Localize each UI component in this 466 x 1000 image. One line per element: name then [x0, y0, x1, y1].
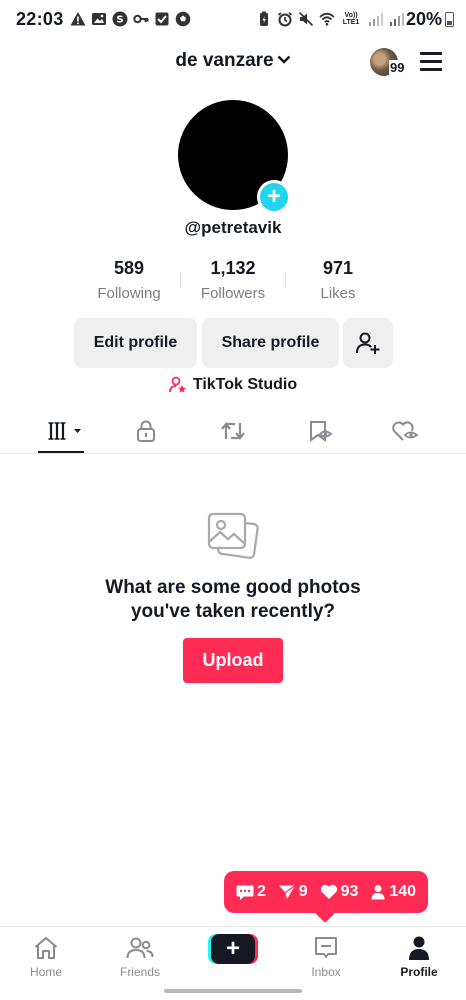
following-count: 589	[113, 258, 145, 278]
soccer-ball-icon	[175, 11, 191, 27]
tab-favorites[interactable]	[306, 418, 334, 444]
heart-icon	[320, 884, 337, 899]
empty-state-line-2: you've taken recently?	[130, 601, 336, 622]
comments-activity: 2	[236, 883, 266, 901]
followers-label: Followers	[200, 285, 266, 302]
nav-profile[interactable]: Profile	[381, 935, 457, 979]
nav-friends-label: Friends	[119, 965, 160, 979]
nav-profile-label: Profile	[400, 965, 438, 979]
svg-text:S: S	[116, 15, 123, 26]
nav-inbox[interactable]: Inbox	[288, 935, 364, 979]
nav-home[interactable]: Home	[8, 935, 84, 979]
likes-activity-count: 93	[340, 883, 359, 900]
checkbox-icon	[155, 12, 169, 26]
profile-icon	[409, 936, 429, 960]
add-photo-plus-icon[interactable]: +	[257, 180, 291, 214]
bookmark-hidden-icon	[310, 421, 333, 442]
status-left-icons: S	[70, 11, 191, 27]
add-user-icon	[356, 332, 380, 354]
alarm-icon	[277, 12, 293, 27]
followers-activity-count: 140	[389, 883, 417, 900]
volte-label: Vo)) LTE1	[342, 12, 360, 26]
signal-icon	[369, 13, 383, 26]
plus-icon: +	[211, 934, 255, 964]
status-bar: 22:03 S Vo)) LTE1 20%	[0, 0, 466, 40]
person-icon	[371, 885, 385, 900]
stat-likes[interactable]: 971 Likes	[283, 258, 393, 302]
home-icon	[34, 937, 58, 959]
heart-hidden-icon	[392, 421, 419, 441]
tab-videos[interactable]	[46, 418, 86, 444]
signal-icon	[390, 13, 404, 26]
following-label: Following	[97, 285, 161, 302]
home-indicator[interactable]	[164, 989, 302, 993]
notification-count-badge: 99	[389, 60, 406, 75]
repost-icon	[221, 422, 245, 440]
username: @petretavik	[184, 218, 282, 237]
tiktok-studio-link[interactable]: TikTok Studio	[0, 376, 466, 394]
friends-icon	[126, 937, 154, 959]
empty-state-line-1: What are some good photos	[105, 577, 361, 598]
likes-label: Likes	[320, 285, 356, 302]
chevron-down-icon	[277, 55, 290, 64]
image-icon	[92, 13, 106, 25]
lock-icon	[137, 420, 155, 442]
shares-activity: 9	[278, 883, 308, 901]
nav-home-label: Home	[29, 965, 62, 979]
mute-icon	[298, 11, 314, 27]
grid-filter-icon	[48, 422, 81, 440]
battery-icon	[445, 12, 454, 27]
activity-bubble[interactable]: 2 9 93 140	[224, 871, 428, 913]
tab-liked[interactable]	[391, 418, 419, 444]
edit-profile-button[interactable]: Edit profile	[74, 318, 197, 368]
wifi-icon	[319, 12, 335, 26]
key-icon	[133, 14, 149, 24]
inbox-icon	[315, 937, 337, 958]
tab-private[interactable]	[132, 418, 160, 444]
tab-reposts[interactable]	[219, 418, 247, 444]
upload-button[interactable]: Upload	[183, 638, 283, 683]
send-icon	[278, 885, 296, 899]
stat-followers[interactable]: 1,132 Followers	[178, 258, 288, 302]
stat-following[interactable]: 589 Following	[74, 258, 184, 302]
nav-friends[interactable]: Friends	[102, 935, 178, 979]
likes-count: 971	[322, 258, 354, 278]
battery-saver-icon	[260, 11, 268, 26]
active-tab-indicator	[38, 451, 84, 453]
comment-icon	[236, 885, 254, 900]
comments-count: 2	[256, 883, 266, 900]
battery-percent: 20%	[405, 9, 442, 29]
add-friends-button[interactable]	[343, 318, 393, 368]
followers-count: 1,132	[210, 258, 256, 278]
account-name: de vanzare	[175, 50, 274, 71]
status-right-icons: Vo)) LTE1	[256, 11, 404, 27]
likes-activity: 93	[320, 883, 359, 901]
content-tabs	[0, 408, 466, 454]
menu-icon[interactable]	[420, 52, 442, 71]
nav-inbox-label: Inbox	[311, 965, 341, 979]
studio-icon	[168, 376, 186, 393]
photos-icon	[207, 512, 259, 559]
status-time: 22:03	[16, 9, 64, 29]
shazam-icon: S	[112, 11, 128, 27]
empty-state-message: What are some good photos you've taken r…	[0, 576, 466, 624]
tiktok-studio-label: TikTok Studio	[192, 376, 298, 393]
share-profile-button[interactable]: Share profile	[202, 318, 339, 368]
create-button[interactable]: +	[208, 934, 258, 964]
warning-icon	[70, 12, 86, 26]
followers-activity: 140	[370, 883, 416, 901]
shares-count: 9	[298, 883, 308, 900]
